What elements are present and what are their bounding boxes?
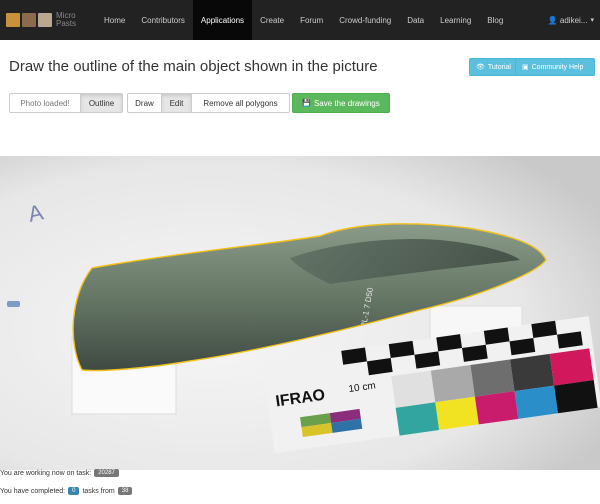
completed-status: You have completed: 0 tasks from 38 <box>0 487 133 495</box>
tutorial-button[interactable]: 👁 Tutorial <box>469 58 521 76</box>
photo-loaded-indicator: Photo loaded! <box>9 93 81 113</box>
working-prefix: You are working now on task: <box>0 469 92 477</box>
brand[interactable]: Micro Pasts <box>6 12 96 28</box>
drag-handle[interactable] <box>7 301 20 307</box>
user-menu[interactable]: 👤 adikei... ▾ <box>548 0 594 40</box>
nav-crowd-funding[interactable]: Crowd-funding <box>331 0 399 40</box>
community-help-label: Community Help <box>531 63 584 71</box>
nav-applications[interactable]: Applications <box>192 0 253 40</box>
main-nav: Home Contributors Applications Create Fo… <box>96 0 511 40</box>
edit-button[interactable]: Edit <box>161 93 192 113</box>
photo-canvas[interactable]: A PL-1 7 D50 IFRAO 10 cm <box>0 156 600 470</box>
nav-blog[interactable]: Blog <box>479 0 511 40</box>
nav-contributors[interactable]: Contributors <box>133 0 193 40</box>
working-task-status: You are working now on task: 20287 <box>0 469 119 477</box>
nav-home[interactable]: Home <box>96 0 133 40</box>
save-label: Save the drawings <box>313 98 380 108</box>
tutorial-label: Tutorial <box>487 63 511 71</box>
nav-learning[interactable]: Learning <box>432 0 479 40</box>
outline-button[interactable]: Outline <box>80 93 123 113</box>
save-icon: 💾 <box>302 100 311 107</box>
task-id-badge: 20287 <box>94 469 119 477</box>
nav-forum[interactable]: Forum <box>292 0 331 40</box>
task-photo[interactable]: A PL-1 7 D50 IFRAO 10 cm <box>0 156 600 470</box>
book-icon: ▣ <box>522 64 529 71</box>
draw-button[interactable]: Draw <box>127 93 162 113</box>
caret-down-icon: ▾ <box>590 17 594 24</box>
nav-data[interactable]: Data <box>399 0 432 40</box>
page-title: Draw the outline of the main object show… <box>9 58 378 75</box>
save-drawings-button[interactable]: 💾 Save the drawings <box>292 93 390 113</box>
brand-logo-text: Micro Pasts <box>56 11 77 28</box>
top-navbar: Micro Pasts Home Contributors Applicatio… <box>0 0 600 40</box>
completed-prefix: You have completed: <box>0 487 66 495</box>
tasks-from-text: tasks from <box>82 487 115 495</box>
logo-thumb-3 <box>38 13 52 27</box>
nav-create[interactable]: Create <box>252 0 292 40</box>
total-tasks-badge: 38 <box>117 487 133 495</box>
community-help-button[interactable]: ▣ Community Help <box>515 58 595 76</box>
logo-thumb-1 <box>6 13 20 27</box>
eye-icon: 👁 <box>476 64 485 71</box>
logo-thumb-2 <box>22 13 36 27</box>
user-name: adikei... <box>559 15 588 25</box>
user-icon: 👤 <box>547 15 558 25</box>
remove-all-polygons-button[interactable]: Remove all polygons <box>191 93 290 113</box>
completed-count-badge: 0 <box>68 487 80 495</box>
